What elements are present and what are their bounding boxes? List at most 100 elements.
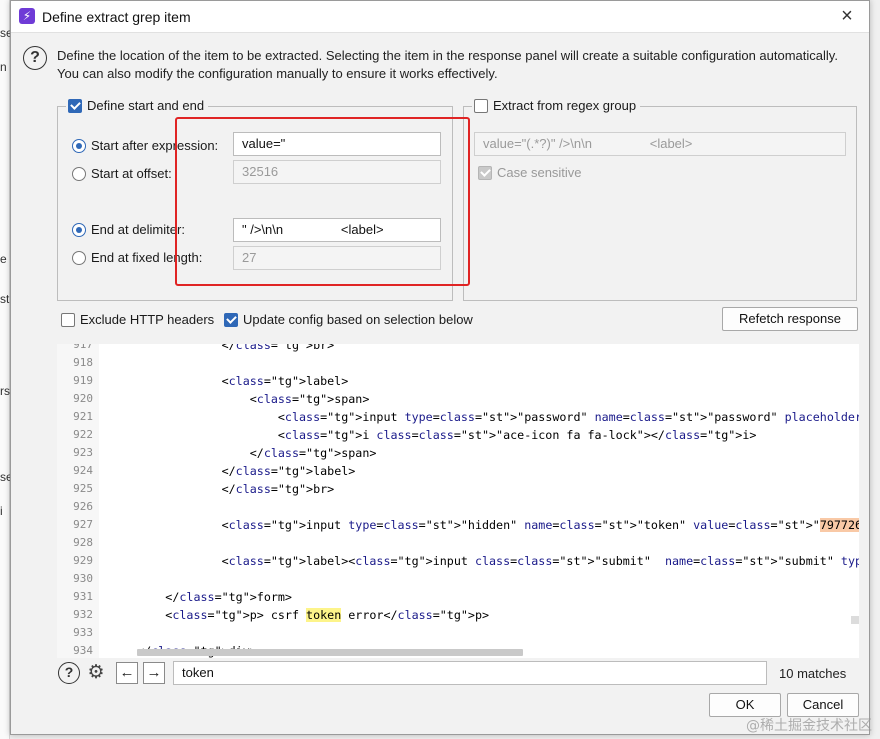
code-text: <class="tg">input type=class="st">"hidde… (109, 516, 859, 534)
watermark: @稀土掘金技术社区 (746, 718, 872, 734)
code-line: 925 </class="tg">br> (57, 480, 859, 498)
end-delimiter-radio[interactable] (72, 223, 86, 237)
line-number: 918 (73, 356, 93, 369)
start-after-radio[interactable] (72, 139, 86, 153)
help-icon[interactable]: ? (23, 46, 47, 70)
background-text-fragment: se (0, 26, 10, 40)
line-number: 924 (73, 464, 93, 477)
code-text: <class="tg">input type=class="st">"passw… (109, 410, 859, 424)
update-config-label: Update config based on selection below (243, 312, 473, 327)
code-line: 926 (57, 498, 859, 516)
end-delimiter-label: End at delimiter: (91, 222, 185, 237)
background-text-fragment: se (0, 470, 10, 484)
exclude-headers-option[interactable]: Exclude HTTP headers (61, 312, 214, 327)
line-number: 933 (73, 626, 93, 639)
start-after-input[interactable]: value=" (233, 132, 441, 156)
end-fixed-input[interactable]: 27 (233, 246, 441, 270)
horizontal-scrollbar[interactable] (137, 649, 523, 656)
lightning-icon: ⚡ (19, 8, 35, 24)
start-end-group: Define start and end Start after express… (57, 98, 453, 301)
help-icon[interactable]: ? (58, 662, 80, 684)
line-number: 922 (73, 428, 93, 441)
code-text: </class="tg">span> (109, 446, 377, 460)
start-offset-input[interactable]: 32516 (233, 160, 441, 184)
next-match-button[interactable]: → (143, 662, 165, 684)
code-line: 933 (57, 624, 859, 642)
dialog-title: Define extract grep item (42, 9, 191, 25)
code-line: 929 <class="tg">label><class="tg">input … (57, 552, 859, 570)
code-lines: 917 </class="tg">br> 918 919 <class="tg">l… (57, 344, 859, 658)
regex-group-checkbox[interactable] (474, 98, 488, 113)
code-line: 921 <class="tg">input type=class="st">"p… (57, 408, 859, 426)
code-line: 923 </class="tg">span> (57, 444, 859, 462)
line-number: 917 (73, 344, 93, 351)
code-text: <class="tg">p> csrf token error</class="… (109, 608, 490, 622)
code-line: 920 <class="tg">span> (57, 390, 859, 408)
start-offset-radio[interactable] (72, 167, 86, 181)
case-sensitive-option[interactable]: Case sensitive (478, 165, 582, 180)
dialog-description: Define the location of the item to be ex… (57, 48, 838, 81)
exclude-headers-checkbox[interactable] (61, 312, 75, 327)
update-config-option[interactable]: Update config based on selection below (224, 312, 473, 327)
cancel-button[interactable]: Cancel (787, 693, 859, 717)
line-number: 923 (73, 446, 93, 459)
response-code-panel[interactable]: 917 </class="tg">br> 918 919 <class="tg">l… (57, 344, 859, 658)
extract-grep-dialog: ⚡ Define extract grep item × ? Define th… (10, 0, 870, 735)
start-end-legend[interactable]: Define start and end (66, 98, 209, 113)
update-config-checkbox[interactable] (224, 312, 238, 327)
code-line: 928 (57, 534, 859, 552)
case-sensitive-checkbox[interactable] (478, 165, 492, 180)
code-text: <class="tg">label> (109, 374, 349, 388)
line-number: 927 (73, 518, 93, 531)
regex-pattern-input[interactable]: value="(.*?)" />\n\n <label> (474, 132, 846, 156)
end-fixed-label: End at fixed length: (91, 250, 203, 265)
close-button[interactable]: × (835, 5, 859, 29)
line-number: 920 (73, 392, 93, 405)
line-number: 926 (73, 500, 93, 513)
match-count: 10 matches (779, 666, 847, 681)
regex-legend[interactable]: Extract from regex group (472, 98, 641, 113)
previous-match-button[interactable]: ← (116, 662, 138, 684)
vertical-scrollbar[interactable] (851, 616, 859, 624)
regex-group: Extract from regex group value="(.*?)" /… (463, 98, 857, 301)
line-number: 925 (73, 482, 93, 495)
code-line: 922 <class="tg">i class=class="st">"ace-… (57, 426, 859, 444)
code-text: <class="tg">label><class="tg">input clas… (109, 554, 859, 568)
code-line: 918 (57, 354, 859, 372)
start-end-label: Define start and end (87, 98, 205, 113)
background-text-fragment: e (0, 252, 7, 266)
line-number: 931 (73, 590, 93, 603)
exclude-headers-label: Exclude HTTP headers (80, 312, 215, 327)
ok-button[interactable]: OK (709, 693, 781, 717)
case-sensitive-label: Case sensitive (497, 165, 582, 180)
code-line: 924 </class="tg">label> (57, 462, 859, 480)
gear-icon[interactable]: ⚙ (84, 661, 108, 685)
line-number: 932 (73, 608, 93, 621)
background-text-fragment: n (0, 60, 7, 74)
code-line: 930 (57, 570, 859, 588)
background-text-fragment: st (0, 292, 10, 306)
start-after-label: Start after expression: (91, 138, 219, 153)
code-line: 919 <class="tg">label> (57, 372, 859, 390)
end-fixed-radio[interactable] (72, 251, 86, 265)
code-text: </class="tg">label> (109, 464, 356, 478)
line-number: 929 (73, 554, 93, 567)
regex-group-label: Extract from regex group (493, 98, 637, 113)
refetch-response-button[interactable]: Refetch response (722, 307, 858, 331)
line-number: 919 (73, 374, 93, 387)
background-window-edge (0, 0, 10, 739)
code-text: </class="tg">form> (109, 590, 292, 604)
start-end-checkbox[interactable] (68, 98, 82, 113)
code-line: 932 <class="tg">p> csrf token error</cla… (57, 606, 859, 624)
background-text-fragment: i (0, 504, 3, 518)
code-line: 927 <class="tg">input type=class="st">"h… (57, 516, 859, 534)
title-bar: ⚡ Define extract grep item × (11, 1, 869, 33)
code-text: </class="tg">br> (109, 482, 335, 496)
line-number: 930 (73, 572, 93, 585)
code-text: </class="tg">br> (109, 344, 335, 352)
end-delimiter-input[interactable]: " />\n\n <label> (233, 218, 441, 242)
code-line: 917 </class="tg">br> (57, 344, 859, 354)
search-input[interactable]: token (173, 661, 767, 685)
code-line: 931 </class="tg">form> (57, 588, 859, 606)
line-number: 921 (73, 410, 93, 423)
